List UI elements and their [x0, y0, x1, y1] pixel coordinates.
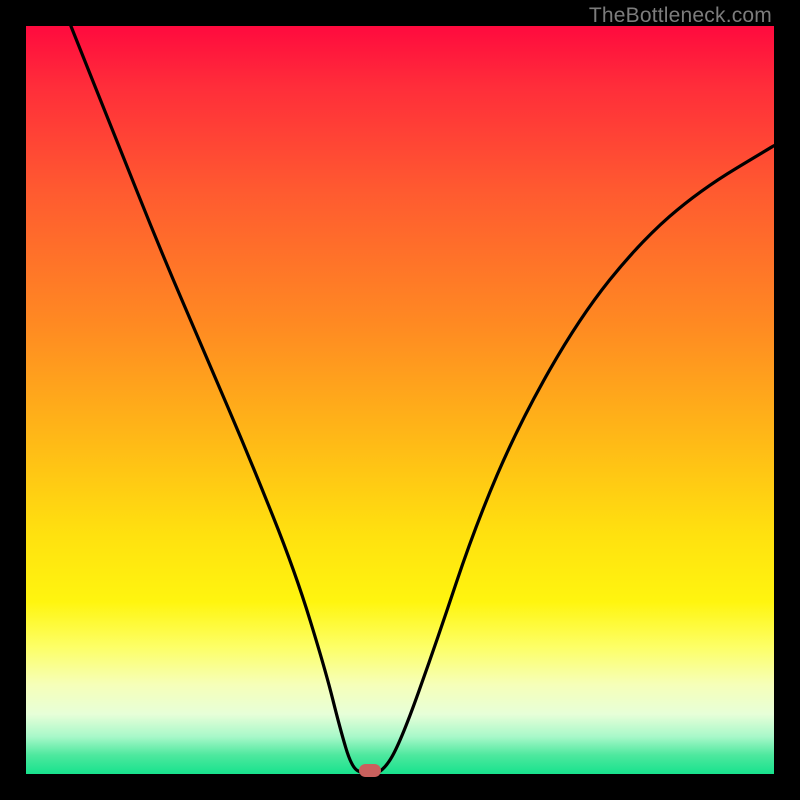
plot-area	[26, 26, 774, 774]
watermark-text: TheBottleneck.com	[589, 4, 772, 28]
curve-path	[71, 26, 774, 774]
optimum-marker	[359, 764, 381, 777]
chart-frame: TheBottleneck.com	[0, 0, 800, 800]
bottleneck-curve	[26, 26, 774, 774]
